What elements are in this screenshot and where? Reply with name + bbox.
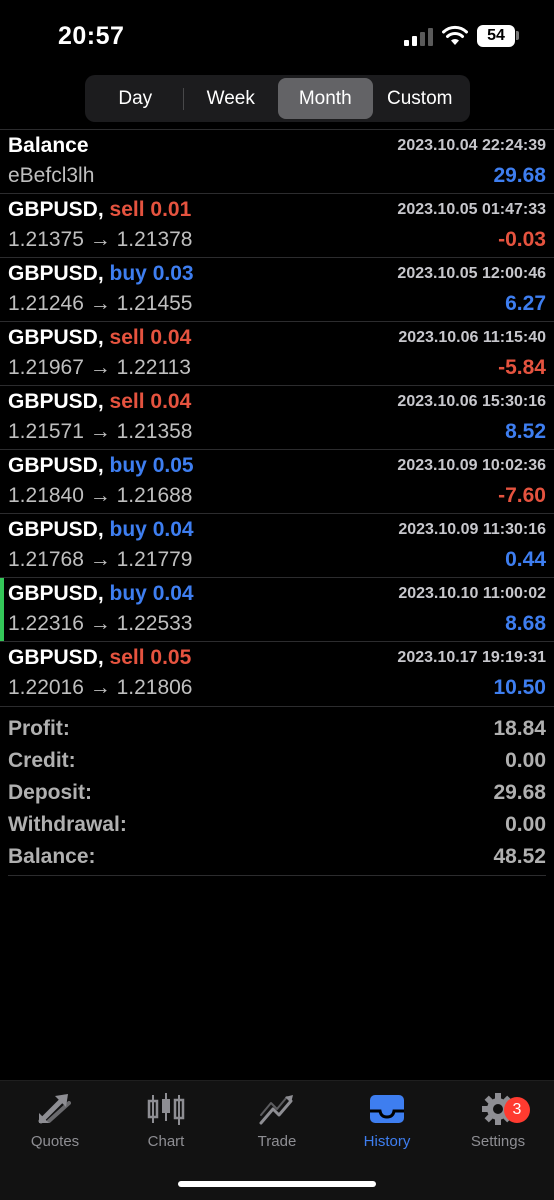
trend-icon [259, 1095, 293, 1125]
trade-profit: 6.27 [505, 292, 546, 315]
trade-profit: 10.50 [493, 676, 546, 699]
summary-value: 18.84 [493, 717, 546, 740]
trade-prices: 1.22316 → 1.22533 [8, 612, 193, 635]
tab-label: History [363, 1133, 411, 1150]
trade-profit: -7.60 [498, 484, 546, 507]
summary-divider [8, 875, 546, 876]
trade-profit: 8.52 [505, 420, 546, 443]
quotes-arrows-icon [38, 1094, 71, 1124]
summary-deposit-row: Deposit: 29.68 [0, 779, 554, 811]
trade-side: sell 0.04 [109, 326, 192, 349]
trade-symbol: GBPUSD, [8, 326, 104, 349]
balance-row[interactable]: Balance eBefcl3lh 2023.10.04 22:24:39 29… [0, 129, 554, 193]
trade-prices: 1.21840 → 1.21688 [8, 484, 193, 507]
trade-side: buy 0.05 [109, 454, 194, 477]
trade-prices: 1.21967 → 1.22113 [8, 356, 191, 379]
trade-profit: -0.03 [498, 228, 546, 251]
trade-side: sell 0.05 [109, 646, 192, 669]
trade-profit: 0.44 [505, 548, 546, 571]
trade-symbol: GBPUSD, [8, 262, 104, 285]
segment-custom[interactable]: Custom [373, 78, 468, 119]
tab-history[interactable]: History [332, 1091, 442, 1151]
trade-row[interactable]: GBPUSD, sell 0.04 1.21571 → 1.21358 2023… [0, 385, 554, 449]
trade-side: buy 0.04 [109, 518, 194, 541]
balance-title: Balance [8, 134, 89, 157]
tab-chart[interactable]: Chart [111, 1091, 221, 1151]
summary-profit-row: Profit: 18.84 [0, 715, 554, 747]
summary-credit-row: Credit: 0.00 [0, 747, 554, 779]
cellular-signal-icon [404, 28, 433, 46]
summary-label: Withdrawal: [8, 813, 127, 836]
inbox-icon [370, 1095, 404, 1123]
trade-prices: 1.21375 → 1.21378 [8, 228, 193, 251]
trade-symbol: GBPUSD, [8, 198, 104, 221]
segment-day[interactable]: Day [88, 78, 183, 119]
balance-amount: 29.68 [493, 164, 546, 187]
trade-time: 2023.10.06 15:30:16 [397, 393, 546, 410]
tab-label: Chart [147, 1133, 185, 1150]
trade-prices: 1.21768 → 1.21779 [8, 548, 193, 571]
balance-time: 2023.10.04 22:24:39 [397, 137, 546, 154]
home-indicator [178, 1181, 376, 1187]
wifi-icon [442, 25, 468, 45]
trade-side: sell 0.04 [109, 390, 192, 413]
segment-week[interactable]: Week [184, 78, 279, 119]
trade-row[interactable]: GBPUSD, sell 0.04 1.21967 → 1.22113 2023… [0, 321, 554, 385]
summary-value: 0.00 [505, 813, 546, 836]
summary-value: 0.00 [505, 749, 546, 772]
trade-symbol: GBPUSD, [8, 518, 104, 541]
summary-balance-row: Balance: 48.52 [0, 843, 554, 875]
trade-profit: -5.84 [498, 356, 546, 379]
summary-label: Balance: [8, 845, 96, 868]
trade-row[interactable]: GBPUSD, sell 0.05 1.22016 → 1.21806 2023… [0, 641, 554, 705]
tab-settings[interactable]: 3 Settings [443, 1091, 553, 1151]
trade-prices: 1.22016 → 1.21806 [8, 676, 193, 699]
trade-row[interactable]: GBPUSD, buy 0.03 1.21246 → 1.21455 2023.… [0, 257, 554, 321]
summary-label: Deposit: [8, 781, 92, 804]
trade-row-selected[interactable]: GBPUSD, buy 0.04 1.22316 → 1.22533 2023.… [0, 577, 554, 642]
trade-time: 2023.10.17 19:19:31 [397, 649, 546, 666]
summary-value: 48.52 [493, 845, 546, 868]
summary-withdrawal-row: Withdrawal: 0.00 [0, 811, 554, 843]
tab-quotes[interactable]: Quotes [0, 1091, 110, 1151]
trade-side: sell 0.01 [109, 198, 192, 221]
tab-trade[interactable]: Trade [222, 1091, 332, 1151]
trade-profit: 8.68 [505, 612, 546, 635]
trade-row[interactable]: GBPUSD, buy 0.05 1.21840 → 1.21688 2023.… [0, 449, 554, 513]
trade-time: 2023.10.06 11:15:40 [398, 329, 546, 346]
trade-time: 2023.10.05 12:00:46 [397, 265, 546, 282]
summary-label: Credit: [8, 749, 76, 772]
balance-comment: eBefcl3lh [8, 164, 95, 187]
trade-symbol: GBPUSD, [8, 646, 104, 669]
tab-label: Trade [257, 1133, 297, 1150]
trade-time: 2023.10.09 11:30:16 [398, 521, 546, 538]
segment-month[interactable]: Month [278, 78, 373, 119]
trade-row[interactable]: GBPUSD, buy 0.04 1.21768 → 1.21779 2023.… [0, 513, 554, 577]
history-list: Balance eBefcl3lh 2023.10.04 22:24:39 29… [0, 129, 554, 705]
trade-side: buy 0.03 [109, 262, 194, 285]
status-time: 20:57 [58, 22, 125, 50]
tab-label: Settings [470, 1133, 526, 1150]
trade-time: 2023.10.10 11:00:02 [398, 585, 546, 602]
trade-time: 2023.10.05 01:47:33 [397, 201, 546, 218]
trade-row[interactable]: GBPUSD, sell 0.01 1.21375 → 1.21378 2023… [0, 193, 554, 257]
summary-section: Profit: 18.84 Credit: 0.00 Deposit: 29.6… [0, 706, 554, 875]
settings-badge: 3 [504, 1097, 530, 1123]
trade-symbol: GBPUSD, [8, 454, 104, 477]
trade-prices: 1.21246 → 1.21455 [8, 292, 193, 315]
status-bar: 20:57 54 [0, 0, 554, 70]
trade-prices: 1.21571 → 1.21358 [8, 420, 193, 443]
summary-value: 29.68 [493, 781, 546, 804]
trade-time: 2023.10.09 10:02:36 [397, 457, 546, 474]
summary-label: Profit: [8, 717, 70, 740]
trade-symbol: GBPUSD, [8, 390, 104, 413]
candlestick-icon [147, 1093, 185, 1125]
battery-tip [516, 31, 519, 40]
trade-symbol: GBPUSD, [8, 582, 104, 605]
period-segmented-control: Day Week Month Custom [85, 75, 470, 122]
tab-label: Quotes [30, 1133, 80, 1150]
trade-side: buy 0.04 [109, 582, 194, 605]
battery-indicator: 54 [477, 25, 515, 47]
